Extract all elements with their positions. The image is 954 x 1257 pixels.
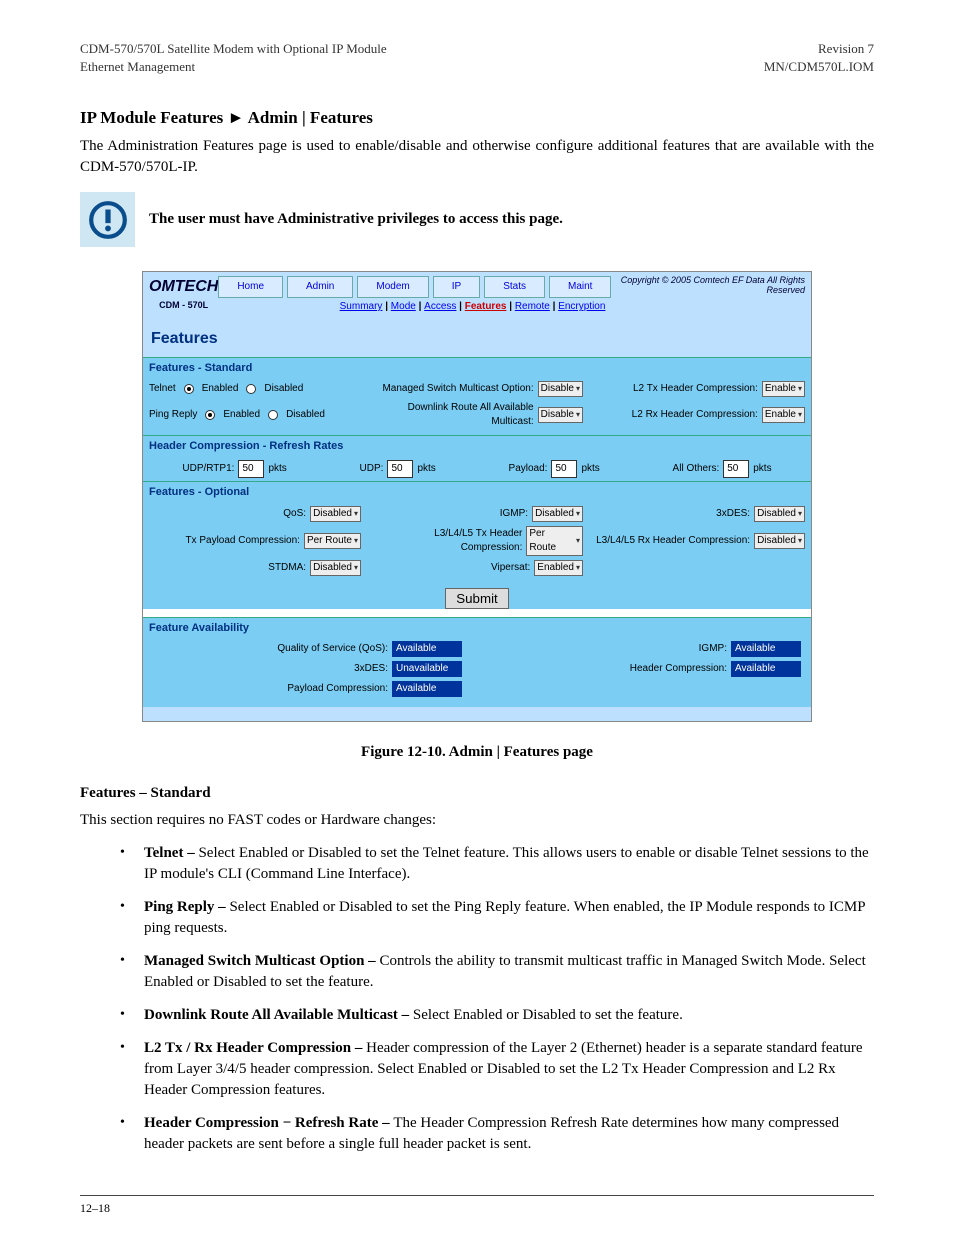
tab-ip[interactable]: IP xyxy=(433,276,480,298)
subnav-remote[interactable]: Remote xyxy=(515,301,550,312)
select-vipersat-[interactable]: Enabled xyxy=(534,560,583,576)
page-header: CDM-570/570L Satellite Modem with Option… xyxy=(80,40,874,76)
list-item: L2 Tx / Rx Header Compression – Header c… xyxy=(120,1038,874,1101)
tab-stats[interactable]: Stats xyxy=(484,276,545,298)
select-tx-payload-compression-[interactable]: Per Route xyxy=(304,533,361,549)
managed-switch-select[interactable]: Disable xyxy=(538,381,583,397)
figure-caption: Figure 12-10. Admin | Features page xyxy=(80,742,874,763)
select-igmp-[interactable]: Disabled xyxy=(532,506,583,522)
select-l3-l4-l5-tx-header-compression-[interactable]: Per Route xyxy=(526,526,583,556)
udp-input[interactable]: 50 xyxy=(387,460,413,478)
udprtp1-input[interactable]: 50 xyxy=(238,460,264,478)
sec-hcr-title: Header Compression - Refresh Rates xyxy=(143,436,811,457)
tab-home[interactable]: Home xyxy=(218,276,283,298)
tab-admin[interactable]: Admin xyxy=(287,276,353,298)
top-tabs: Home Admin Modem IP Stats Maint xyxy=(218,276,611,298)
hdr-left-1: CDM-570/570L Satellite Modem with Option… xyxy=(80,41,387,56)
sec-opt-title: Features - Optional xyxy=(143,482,811,503)
payloadcomp-status: Available xyxy=(392,681,462,697)
screenshot-admin-features: OMTECH CDM - 570L Home Admin Modem IP St… xyxy=(142,271,812,722)
bullet-list: Telnet – Select Enabled or Disabled to s… xyxy=(120,843,874,1155)
allothers-input[interactable]: 50 xyxy=(723,460,749,478)
ss-page-title: Features xyxy=(143,322,811,356)
list-item: Header Compression − Refresh Rate – The … xyxy=(120,1113,874,1155)
subnav-mode[interactable]: Mode xyxy=(391,301,416,312)
sec-standard-title: Features - Standard xyxy=(143,358,811,379)
list-item: Downlink Route All Available Multicast –… xyxy=(120,1005,874,1026)
ping-label: Ping Reply xyxy=(149,408,197,422)
hdrcomp-status: Available xyxy=(731,661,801,677)
hdr-left-2: Ethernet Management xyxy=(80,59,195,74)
select-3xdes-[interactable]: Disabled xyxy=(754,506,805,522)
ping-enabled-radio[interactable] xyxy=(205,410,215,420)
subnav-summary[interactable]: Summary xyxy=(340,301,383,312)
list-item: Managed Switch Multicast Option – Contro… xyxy=(120,951,874,993)
ping-disabled-radio[interactable] xyxy=(268,410,278,420)
footer-left: 12–18 xyxy=(80,1200,110,1217)
subnav-access[interactable]: Access xyxy=(424,301,456,312)
brand-text: OMTECH xyxy=(149,276,218,298)
submit-button[interactable]: Submit xyxy=(445,588,508,609)
list-item: Ping Reply – Select Enabled or Disabled … xyxy=(120,897,874,939)
telnet-enabled-radio[interactable] xyxy=(184,384,194,394)
alert-icon xyxy=(80,192,135,247)
tab-maint[interactable]: Maint xyxy=(549,276,611,298)
intro-paragraph: The Administration Features page is used… xyxy=(80,136,874,178)
l2rx-select[interactable]: Enable xyxy=(762,407,805,423)
telnet-label: Telnet xyxy=(149,382,176,396)
select-l3-l4-l5-rx-header-compression-[interactable]: Disabled xyxy=(754,533,805,549)
downlink-select[interactable]: Disable xyxy=(538,407,583,423)
qos-status: Available xyxy=(392,641,462,657)
features-standard-heading: Features – Standard xyxy=(80,783,874,804)
model-text: CDM - 570L xyxy=(159,299,208,312)
tab-modem[interactable]: Modem xyxy=(357,276,428,298)
l2tx-select[interactable]: Enable xyxy=(762,381,805,397)
copyright: Copyright © 2005 Comtech EF Data All Rig… xyxy=(611,276,805,296)
alert-text: The user must have Administrative privil… xyxy=(149,211,563,227)
sec-avail-title: Feature Availability xyxy=(143,618,811,639)
hdr-right-2: MN/CDM570L.IOM xyxy=(764,59,874,74)
section-title: IP Module Features ► Admin | Features xyxy=(80,106,874,130)
logo: OMTECH CDM - 570L xyxy=(149,276,218,311)
select-qos-[interactable]: Disabled xyxy=(310,506,361,522)
select-stdma-[interactable]: Disabled xyxy=(310,560,361,576)
payload-input[interactable]: 50 xyxy=(551,460,577,478)
page-footer: 12–18 xyxy=(80,1196,874,1217)
subnav-encryption[interactable]: Encryption xyxy=(558,301,605,312)
exclamation-circle-icon xyxy=(87,199,129,241)
subnav-features[interactable]: Features xyxy=(465,301,507,312)
3xdes-status: Unavailable xyxy=(392,661,462,677)
sub-nav: Summary | Mode | Access | Features | Rem… xyxy=(334,300,612,318)
important-note: The user must have Administrative privil… xyxy=(80,192,874,247)
list-item: Telnet – Select Enabled or Disabled to s… xyxy=(120,843,874,885)
hdr-right-1: Revision 7 xyxy=(818,41,874,56)
telnet-disabled-radio[interactable] xyxy=(246,384,256,394)
features-standard-intro: This section requires no FAST codes or H… xyxy=(80,810,874,831)
igmp-status: Available xyxy=(731,641,801,657)
